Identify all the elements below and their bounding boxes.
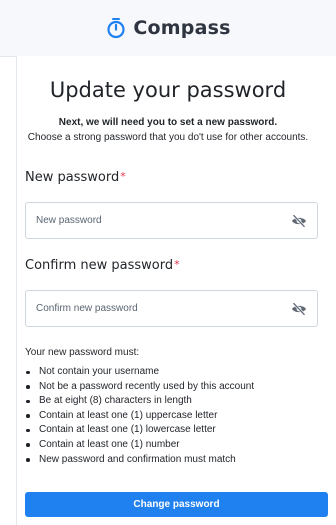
new-password-label: New password* <box>25 170 126 185</box>
password-rule: Contain at least one (1) lowercase lette… <box>25 423 254 438</box>
new-password-field <box>25 202 318 239</box>
password-rule: Be at eight (8) characters in length <box>25 394 254 409</box>
instructions-heading: Next, we will need you to set a new pass… <box>58 117 278 128</box>
password-rule: Contain at least one (1) number <box>25 438 254 453</box>
password-rule: Contain at least one (1) uppercase lette… <box>25 409 254 424</box>
app-header: Compass <box>0 0 336 57</box>
password-rule: Not contain your username <box>25 365 254 380</box>
confirm-password-label: Confirm new password* <box>25 258 180 273</box>
compass-logo: Compass <box>105 17 230 39</box>
brand-name: Compass <box>133 17 231 39</box>
password-rule: Not be a password recently used by this … <box>25 380 254 395</box>
compass-clock-icon <box>107 18 125 39</box>
new-password-input[interactable] <box>26 203 286 238</box>
required-marker: * <box>120 170 126 183</box>
password-rules-list: Not contain your username Not be a passw… <box>25 365 254 467</box>
confirm-password-input[interactable] <box>26 291 286 326</box>
required-marker: * <box>174 258 180 271</box>
instructions-text: Choose a strong password that you do't u… <box>27 132 309 143</box>
password-rule: New password and confirmation must match <box>25 453 254 468</box>
new-password-label-text: New password <box>25 170 120 185</box>
confirm-password-field <box>25 290 318 327</box>
eye-slash-icon[interactable] <box>291 302 307 316</box>
page-title: Update your password <box>49 78 287 102</box>
eye-slash-icon[interactable] <box>291 214 307 228</box>
confirm-password-label-text: Confirm new password <box>25 258 174 273</box>
password-rules-intro: Your new password must: <box>25 347 140 358</box>
change-password-button[interactable]: Change password <box>25 492 328 517</box>
update-password-page: Compass Update your password Next, we wi… <box>0 0 336 525</box>
